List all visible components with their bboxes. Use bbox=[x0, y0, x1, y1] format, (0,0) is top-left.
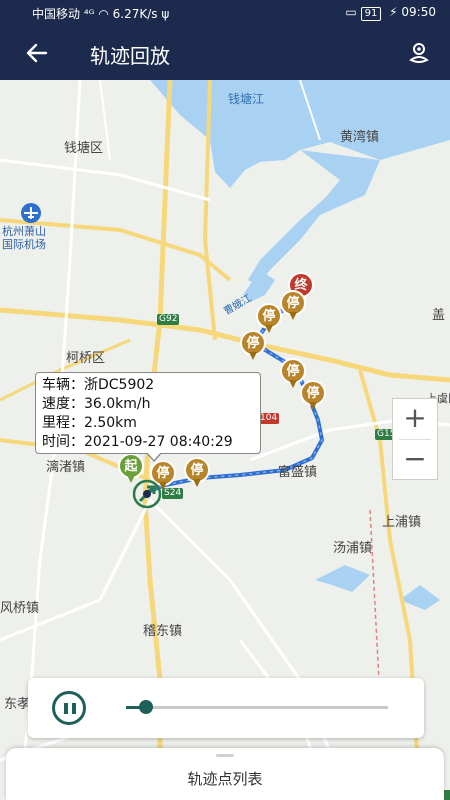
info-mileage-row: 里程：2.50km bbox=[42, 414, 254, 433]
network-speed: 6.27K/s bbox=[112, 7, 158, 21]
info-vehicle-value: 浙DC5902 bbox=[84, 377, 155, 393]
info-speed-label: 速度： bbox=[42, 396, 84, 412]
clock: 09:50 bbox=[401, 5, 436, 19]
playback-slider[interactable] bbox=[126, 700, 388, 714]
arrow-left-icon[interactable] bbox=[24, 40, 50, 66]
map-label-tangpu: 汤浦镇 bbox=[333, 541, 373, 556]
network-icon: ⁴ᴳ bbox=[83, 7, 95, 21]
playback-control bbox=[28, 678, 424, 738]
map-label-fusheng: 富盛镇 bbox=[278, 465, 318, 480]
map-label-gai: 盖 bbox=[432, 308, 446, 323]
status-bar: 中国移动 ⁴ᴳ ◠ 6.27K/s ψ ▭ 91 ⚡ 09:50 bbox=[0, 0, 450, 26]
stop-pin[interactable]: 停 bbox=[184, 457, 210, 489]
usb-icon: ψ bbox=[161, 7, 170, 21]
vibrate-icon: ▭ bbox=[345, 5, 357, 19]
app-header: 轨迹回放 bbox=[0, 26, 450, 80]
info-mileage-value: 2.50km bbox=[84, 415, 137, 431]
info-time-value: 2021-09-27 08:40:29 bbox=[84, 434, 233, 450]
map-label-airport: 杭州萧山 国际机场 bbox=[2, 225, 46, 251]
info-speed-value: 36.0km/h bbox=[84, 396, 151, 412]
info-time-label: 时间： bbox=[42, 434, 84, 450]
status-right: ▭ 91 ⚡ 09:50 bbox=[345, 5, 436, 21]
charging-icon: ⚡ bbox=[389, 5, 398, 19]
playback-slider-knob[interactable] bbox=[139, 700, 154, 714]
pause-icon[interactable] bbox=[52, 691, 86, 725]
info-vehicle-label: 车辆： bbox=[42, 377, 84, 393]
carrier-text: 中国移动 bbox=[32, 7, 81, 21]
stop-pin[interactable]: 停 bbox=[300, 380, 326, 412]
zoom-control: + − bbox=[392, 398, 438, 480]
vehicle-info-popup: 车辆：浙DC5902 速度：36.0km/h 里程：2.50km 时间：2021… bbox=[35, 372, 261, 462]
map-label-fengqiao: 风桥镇 bbox=[0, 601, 40, 616]
map-label-shangpu: 上浦镇 bbox=[382, 515, 422, 530]
map-label-huangwan: 黄湾镇 bbox=[340, 130, 380, 145]
road-104: 104 bbox=[258, 413, 280, 424]
map-label-dongxiao: 东孝 bbox=[4, 697, 31, 712]
map-label-lizhu: 漓渚镇 bbox=[46, 460, 86, 475]
zoom-in-button[interactable]: + bbox=[393, 399, 437, 439]
info-speed-row: 速度：36.0km/h bbox=[42, 395, 254, 414]
stop-pin[interactable]: 停 bbox=[240, 330, 266, 362]
map-label-qiantang-river: 钱塘江 bbox=[228, 92, 265, 106]
location-settings-icon[interactable] bbox=[406, 40, 432, 66]
stop-pin[interactable]: 停 bbox=[280, 290, 306, 322]
map-label-jidong: 稽东镇 bbox=[143, 624, 183, 639]
track-point-list-sheet[interactable]: 轨迹点列表 bbox=[6, 748, 444, 800]
info-vehicle-row: 车辆：浙DC5902 bbox=[42, 376, 254, 395]
page-title: 轨迹回放 bbox=[90, 44, 170, 68]
info-time-row: 时间：2021-09-27 08:40:29 bbox=[42, 433, 254, 452]
map-label-qiantang-district: 钱塘区 bbox=[64, 141, 104, 156]
map-label-keqiao: 柯桥区 bbox=[66, 351, 106, 366]
edge-marker bbox=[444, 790, 450, 800]
track-point-list-label: 轨迹点列表 bbox=[187, 770, 263, 788]
status-left: 中国移动 ⁴ᴳ ◠ 6.27K/s ψ bbox=[32, 5, 169, 22]
wifi-icon: ◠ bbox=[98, 7, 109, 21]
info-mileage-label: 里程： bbox=[42, 415, 84, 431]
battery-icon: 91 bbox=[360, 7, 382, 21]
vehicle-marker-icon bbox=[131, 478, 163, 514]
zoom-out-button[interactable]: − bbox=[393, 440, 437, 480]
sheet-drag-handle[interactable] bbox=[216, 754, 234, 757]
road-g92: G92 bbox=[157, 314, 180, 325]
